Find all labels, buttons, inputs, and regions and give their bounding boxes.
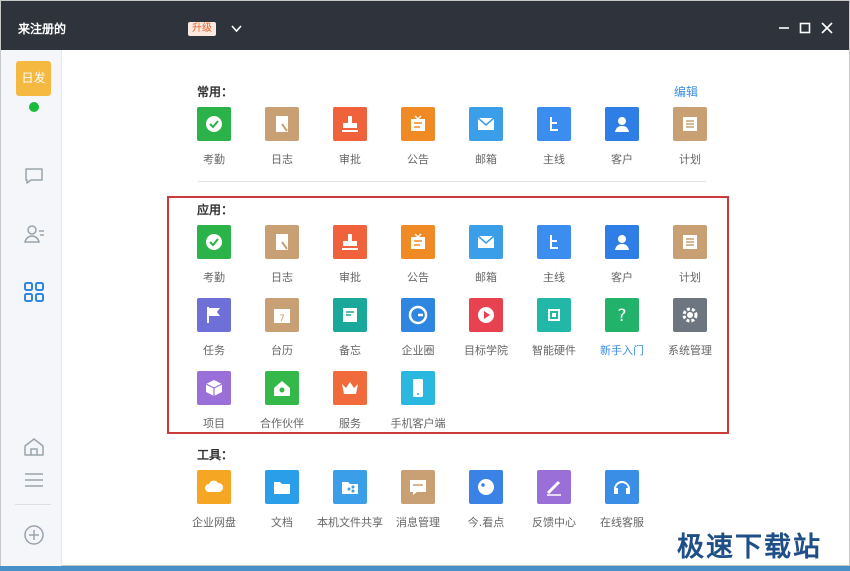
plan-icon — [673, 225, 707, 259]
check-icon — [197, 225, 231, 259]
app-tile-phone[interactable]: 手机客户端 — [386, 371, 450, 431]
log-book-icon — [265, 225, 299, 259]
section-divider — [198, 181, 706, 182]
watermark: 极速下载站 — [677, 532, 822, 563]
app-tile-plan[interactable]: 计划 — [658, 225, 722, 285]
message-icon — [401, 470, 435, 504]
gear-icon — [673, 298, 707, 332]
app-window: 来注册的 升级 日发 常用： 编辑 考勤 日志 审批 公告 邮箱 主线 客户 计… — [0, 0, 850, 566]
app-tile-label: 计划 — [679, 153, 701, 166]
mainline-icon — [537, 107, 571, 141]
file-share-icon — [333, 470, 367, 504]
mail-icon — [469, 225, 503, 259]
headset-icon — [605, 470, 639, 504]
svg-text:7: 7 — [279, 314, 285, 324]
main-panel: 常用： 编辑 考勤 日志 审批 公告 邮箱 主线 客户 计划 应用： 考勤 日志 审批 公告 邮箱 主线… — [62, 50, 849, 566]
crown-icon — [333, 371, 367, 405]
minimize-icon[interactable] — [777, 21, 791, 35]
play-icon — [469, 298, 503, 332]
app-title: 来注册的 — [18, 22, 67, 36]
section-label-common: 常用： — [197, 85, 234, 99]
home-icon[interactable] — [22, 435, 46, 459]
app-tile-headset[interactable]: 在线客服 — [590, 470, 654, 530]
bubble-icon — [469, 470, 503, 504]
notice-icon — [401, 107, 435, 141]
menu-icon[interactable] — [22, 468, 46, 492]
sidebar-divider — [15, 504, 51, 505]
customer-icon — [605, 107, 639, 141]
close-icon[interactable] — [820, 21, 834, 35]
app-tile-label: 计划 — [679, 271, 701, 284]
check-icon — [197, 107, 231, 141]
online-status-dot — [29, 102, 39, 112]
folder-icon — [265, 470, 299, 504]
calendar-icon: 7 — [265, 298, 299, 332]
stamp-icon — [333, 225, 367, 259]
app-tile-gear[interactable]: 系统管理 — [658, 298, 722, 358]
flag-icon — [197, 298, 231, 332]
mainline-icon — [537, 225, 571, 259]
chat-bubble-icon[interactable] — [22, 164, 46, 188]
question-icon: ? — [605, 298, 639, 332]
contacts-icon[interactable] — [22, 222, 46, 246]
customer-icon — [605, 225, 639, 259]
cube-icon — [197, 371, 231, 405]
stamp-icon — [333, 107, 367, 141]
avatar[interactable]: 日发 — [16, 61, 51, 96]
app-tile-plan[interactable]: 计划 — [658, 107, 722, 167]
app-tile-label: 在线客服 — [600, 516, 644, 529]
maximize-icon[interactable] — [798, 21, 812, 35]
plan-icon — [673, 107, 707, 141]
log-book-icon — [265, 107, 299, 141]
phone-icon — [401, 371, 435, 405]
circle-g-icon — [401, 298, 435, 332]
memo-icon — [333, 298, 367, 332]
upgrade-badge[interactable]: 升级 — [188, 22, 216, 36]
notice-icon — [401, 225, 435, 259]
mail-icon — [469, 107, 503, 141]
partner-home-icon — [265, 371, 299, 405]
svg-text:?: ? — [617, 306, 626, 325]
app-tile-label: 手机客户端 — [390, 417, 446, 430]
pen-icon — [537, 470, 571, 504]
chip-icon — [537, 298, 571, 332]
section-label-apps: 应用： — [197, 203, 234, 217]
sidebar: 日发 — [1, 50, 62, 566]
edit-link[interactable]: 编辑 — [674, 83, 698, 100]
section-label-tools: 工具： — [197, 448, 234, 462]
add-circle-icon[interactable] — [22, 523, 46, 547]
apps-grid-icon[interactable] — [22, 280, 46, 304]
titlebar: 来注册的 升级 — [1, 1, 849, 50]
cloud-icon — [197, 470, 231, 504]
chevron-down-icon[interactable] — [231, 23, 242, 34]
app-tile-label: 系统管理 — [668, 344, 712, 357]
